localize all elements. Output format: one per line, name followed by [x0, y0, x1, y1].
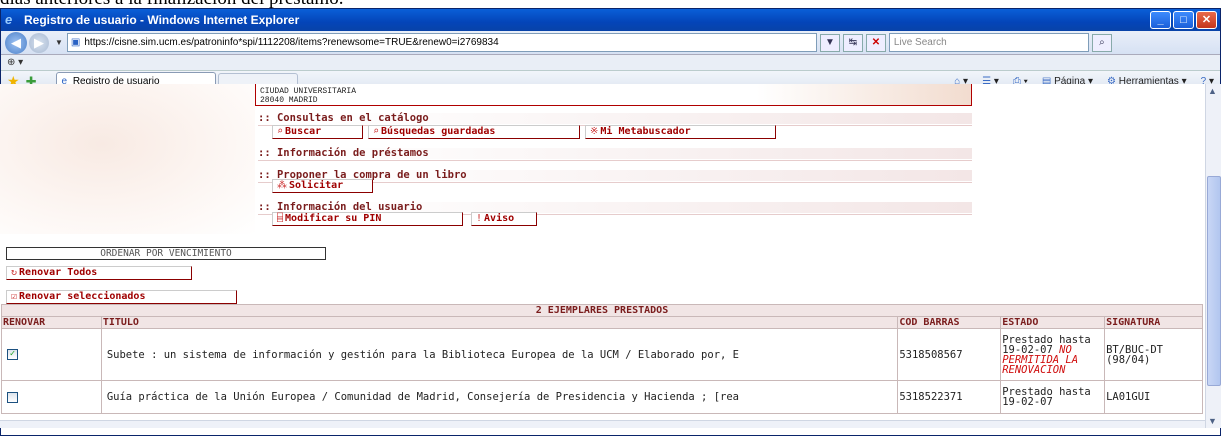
renew-all-icon: ↻ — [11, 267, 18, 278]
document-caption: días anteriores a la finalización del pr… — [0, 0, 343, 9]
header-estado: ESTADO — [1000, 316, 1106, 329]
address-line-2: 28040 MADRID — [260, 96, 318, 105]
history-dropdown-icon[interactable]: ▼ — [55, 38, 63, 47]
vertical-scrollbar[interactable]: ▲ ▼ — [1205, 84, 1221, 428]
aviso-button[interactable]: ! Aviso — [471, 212, 537, 226]
table-row: ✓ Subete : un sistema de información y g… — [1, 328, 1203, 381]
window-title: Registro de usuario - Windows Internet E… — [24, 13, 300, 27]
modificar-pin-button[interactable]: ⌸ Modificar su PIN — [272, 212, 463, 226]
divider — [258, 160, 972, 161]
saved-search-icon: ⌕ — [373, 126, 380, 137]
decorative-background — [0, 84, 255, 234]
close-button[interactable]: ✕ — [1196, 11, 1217, 29]
address-line-1: CIUDAD UNIVERSITARIA — [260, 87, 357, 96]
metasearch-icon: ※ — [590, 126, 599, 137]
links-bar: ⊕ ▾ — [1, 55, 1220, 71]
title-cell[interactable]: Subete : un sistema de información y ges… — [100, 328, 899, 381]
stop-button[interactable]: ✕ — [865, 33, 886, 52]
minimize-button[interactable]: _ — [1150, 11, 1171, 29]
title-cell[interactable]: Guía práctica de la Unión Europea / Comu… — [100, 380, 899, 414]
page-content: CIUDAD UNIVERSITARIA 28040 MADRID :: Con… — [0, 84, 1205, 428]
loans-table: 2 EJEMPLARES PRESTADOS RENOVAR TITULO CO… — [1, 304, 1203, 414]
scrollbar-thumb[interactable] — [1207, 176, 1221, 386]
renew-cell: ✓ — [1, 328, 102, 381]
solicitar-button[interactable]: ⁂ Solicitar — [272, 179, 373, 193]
renew-cell — [1, 380, 102, 414]
header-signatura: SIGNATURA — [1104, 316, 1203, 329]
table-row: Guía práctica de la Unión Europea / Comu… — [1, 380, 1203, 414]
section-consultas: :: Consultas en el catálogo — [258, 113, 972, 124]
status-text: Prestado hasta 19-02-07 — [1002, 333, 1091, 356]
scroll-down-icon[interactable]: ▼ — [1208, 416, 1217, 426]
header-cod-barras: COD BARRAS — [897, 316, 1002, 329]
scroll-up-icon[interactable]: ▲ — [1208, 86, 1217, 96]
renovar-seleccionados-button[interactable]: ☑ Renovar seleccionados — [6, 290, 237, 304]
metabuscador-button[interactable]: ※ Mi Metabuscador — [585, 125, 776, 139]
back-button[interactable]: ◀ — [5, 31, 27, 54]
barcode-cell: 5318508567 — [897, 328, 1002, 381]
status-cell: Prestado hasta 19-02-07 — [1000, 380, 1106, 414]
pin-icon: ⌸ — [277, 213, 284, 224]
signature-cell: BT/BUC-DT (98/04) — [1104, 328, 1203, 381]
loans-caption: 2 EJEMPLARES PRESTADOS — [1, 304, 1203, 317]
address-bar: ◀ ▶ ▼ ▣ https://cisne.sim.ucm.es/patroni… — [1, 31, 1220, 55]
refresh-button[interactable]: ↹ — [842, 33, 863, 52]
busquedas-guardadas-button[interactable]: ⌕ Búsquedas guardadas — [368, 125, 580, 139]
url-dropdown-button[interactable]: ▼ — [819, 33, 840, 52]
library-address: CIUDAD UNIVERSITARIA 28040 MADRID — [255, 84, 972, 106]
search-icon[interactable]: ⌕ — [1091, 33, 1112, 52]
forward-button[interactable]: ▶ — [29, 32, 49, 53]
title-bar: e Registro de usuario - Windows Internet… — [1, 9, 1220, 31]
search-input[interactable]: Live Search — [888, 33, 1089, 52]
alert-icon: ! — [476, 213, 483, 224]
renovar-todos-button[interactable]: ↻ Renovar Todos — [6, 266, 192, 280]
renew-checkbox[interactable] — [7, 391, 18, 403]
header-renovar: RENOVAR — [1, 316, 102, 329]
header-titulo: TITULO — [100, 316, 899, 329]
renew-checkbox[interactable]: ✓ — [7, 349, 18, 360]
search-icon: ⌕ — [277, 126, 284, 137]
url-text: https://cisne.sim.ucm.es/patroninfo*spi/… — [84, 37, 499, 48]
barcode-cell: 5318522371 — [897, 380, 1002, 414]
maximize-button[interactable]: □ — [1173, 11, 1194, 29]
url-input[interactable]: ▣ https://cisne.sim.ucm.es/patroninfo*sp… — [66, 33, 817, 52]
ordenar-vencimiento-button[interactable]: ORDENAR POR VENCIMIENTO — [6, 247, 326, 260]
page-icon: ▣ — [70, 37, 81, 48]
request-icon: ⁂ — [277, 180, 287, 191]
renew-selected-icon: ☑ — [11, 291, 18, 302]
ie-logo-icon: e — [5, 12, 13, 27]
status-cell: Prestado hasta 19-02-07 NO PERMITIDA LA … — [1000, 328, 1106, 381]
buscar-button[interactable]: ⌕ Buscar — [272, 125, 363, 139]
section-informacion-prestamos[interactable]: :: Información de préstamos — [258, 148, 972, 159]
horizontal-scrollbar[interactable] — [0, 420, 1205, 428]
links-icon[interactable]: ⊕ ▾ — [7, 57, 23, 68]
signature-cell: LA01GUI — [1104, 380, 1203, 414]
